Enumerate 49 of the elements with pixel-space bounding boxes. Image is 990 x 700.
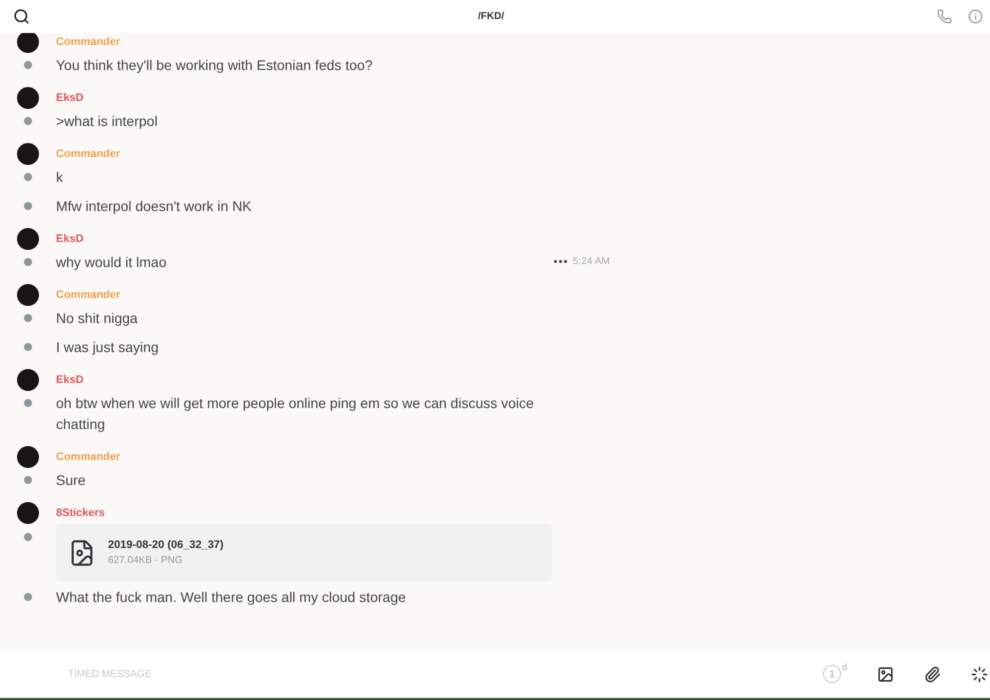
message-text: I was just saying <box>56 338 159 357</box>
message-text: oh btw when we will get more people online ping em so we can discuss voice chatting <box>56 394 535 434</box>
message-text: >what is interpol <box>56 112 158 131</box>
bullet-icon <box>24 593 32 601</box>
file-name: 2019-08-20 (06_32_37) <box>108 538 224 553</box>
message-text: No shit nigga <box>56 309 138 328</box>
author-name: 8Stickers <box>56 506 105 521</box>
author-name: EksD <box>56 90 84 106</box>
author-name: Commander <box>56 288 120 303</box>
search-icon[interactable] <box>13 8 30 25</box>
author-name: Commander <box>56 34 120 50</box>
bullet-icon <box>24 202 32 210</box>
author-name: EksD <box>56 232 84 247</box>
author-name: Commander <box>56 450 120 465</box>
message-text: k <box>56 168 63 187</box>
avatar[interactable] <box>17 284 39 306</box>
file-meta: 627.04KB · PNG <box>108 554 184 568</box>
bullet-icon <box>24 533 32 541</box>
chat-title: /FKD/ <box>478 10 504 24</box>
message-time: 5:24 AM <box>573 255 610 269</box>
avatar[interactable] <box>17 87 39 109</box>
info-icon[interactable] <box>968 9 983 24</box>
message-text: Sure <box>56 471 86 490</box>
bullet-icon <box>24 399 32 407</box>
avatar[interactable] <box>17 33 39 53</box>
avatar[interactable] <box>17 143 39 165</box>
bullet-icon <box>24 476 32 484</box>
bullet-icon <box>24 258 32 266</box>
bullet-icon <box>24 173 32 181</box>
image-icon[interactable] <box>877 666 894 682</box>
author-name: EksD <box>56 372 84 388</box>
message-text: why would it lmao <box>56 253 166 272</box>
file-attachment[interactable]: 2019-08-20 (06_32_37) 627.04KB · PNG <box>56 524 552 581</box>
message-text: What the fuck man. Well there goes all my cloud storage <box>56 588 406 607</box>
phone-icon[interactable] <box>937 9 952 24</box>
author-name: Commander <box>56 146 120 162</box>
bullet-icon <box>24 117 32 125</box>
message-text: Mfw interpol doesn't work in NK <box>56 197 252 216</box>
paperclip-icon[interactable] <box>924 666 941 682</box>
avatar[interactable] <box>17 446 39 468</box>
bullet-icon <box>24 343 32 351</box>
avatar[interactable] <box>17 502 39 524</box>
bullet-icon <box>24 314 32 322</box>
avatar[interactable] <box>17 369 39 391</box>
message-text: You think they'll be working with Estonian feds too? <box>56 56 373 75</box>
avatar[interactable] <box>17 228 39 250</box>
spinner-icon[interactable] <box>971 666 988 682</box>
more-icon[interactable] <box>554 260 567 263</box>
bullet-icon <box>24 61 32 69</box>
